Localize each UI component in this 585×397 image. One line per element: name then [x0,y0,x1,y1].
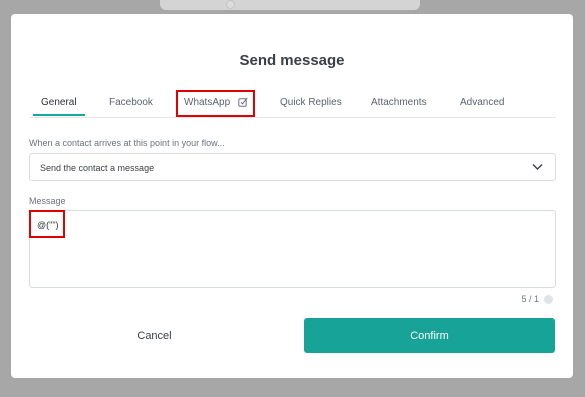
tab-facebook[interactable]: Facebook [109,96,153,116]
tab-general[interactable]: General [33,96,85,116]
send-message-dialog: Send message General Facebook WhatsApp Q… [11,14,573,378]
tab-attachments-label: Attachments [371,97,427,108]
tab-quick-replies-label: Quick Replies [280,97,342,108]
background-canvas-node [160,0,420,10]
trigger-select-value: Send the contact a message [40,163,155,173]
chevron-down-icon [532,164,543,170]
trigger-select[interactable]: Send the contact a message [29,153,556,181]
whatsapp-tab-highlight-box [176,90,255,117]
info-icon [544,295,553,304]
message-label: Message [29,196,66,206]
confirm-button[interactable]: Confirm [304,318,555,353]
trigger-label: When a contact arrives at this point in … [29,138,225,148]
background-node-handle [226,0,235,9]
tab-quick-replies[interactable]: Quick Replies [280,96,342,116]
tab-facebook-label: Facebook [109,97,153,108]
tab-general-label: General [41,97,77,108]
message-textarea[interactable]: @("") [29,210,556,288]
tab-advanced[interactable]: Advanced [460,96,504,116]
dialog-title: Send message [239,52,345,69]
cancel-button[interactable]: Cancel [29,318,280,353]
tab-divider [29,117,556,118]
character-counter: 5 / 1 [521,294,539,304]
tab-advanced-label: Advanced [460,97,505,108]
message-highlight-box [29,210,65,238]
tab-attachments[interactable]: Attachments [371,96,427,116]
